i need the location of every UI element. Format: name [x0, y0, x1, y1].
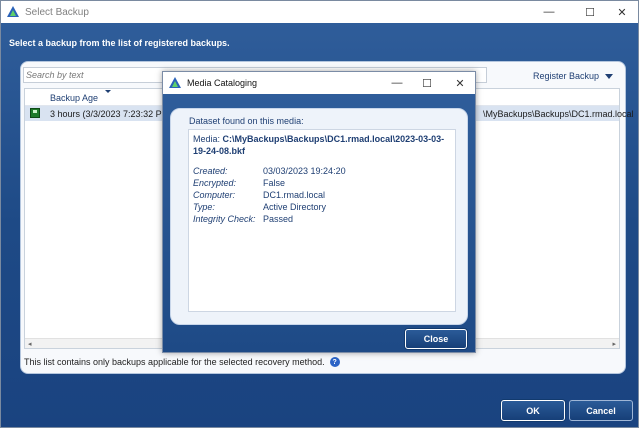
- minimize-icon: —: [391, 77, 403, 89]
- detail-key: Created:: [193, 166, 228, 176]
- note-text: This list contains only backups applicab…: [24, 357, 325, 367]
- dialog-title: Media Cataloging: [187, 78, 258, 88]
- close-window-button[interactable]: ✕: [604, 1, 639, 23]
- register-backup-button[interactable]: Register Backup: [533, 71, 613, 81]
- detail-value: Passed: [263, 214, 294, 224]
- detail-value: False: [263, 178, 286, 188]
- close-button[interactable]: Close: [405, 329, 467, 349]
- row-backup-age: 3 hours (3/3/2023 7:23:32 PM: [50, 109, 170, 119]
- detail-value: DC1.rmad.local: [263, 190, 326, 200]
- detail-key: Computer:: [193, 190, 236, 200]
- maximize-icon: ☐: [422, 77, 432, 90]
- scroll-left-icon[interactable]: ◂: [28, 340, 32, 348]
- minimize-icon: —: [543, 6, 555, 18]
- window-title: Select Backup: [25, 6, 89, 18]
- cancel-button[interactable]: Cancel: [569, 400, 633, 421]
- ok-button[interactable]: OK: [501, 400, 565, 421]
- applicability-note: This list contains only backups applicab…: [24, 357, 340, 367]
- row-backup-path: \MyBackups\Backups\DC1.rmad.local: [483, 109, 634, 119]
- minimize-button[interactable]: —: [531, 1, 567, 23]
- detail-key: Integrity Check:: [193, 214, 256, 224]
- dialog-body: Dataset found on this media: Media: C:\M…: [163, 94, 475, 352]
- maximize-button[interactable]: ☐: [572, 1, 608, 23]
- window-titlebar: Select Backup — ☐ ✕: [1, 1, 638, 23]
- dataset-panel: Dataset found on this media: Media: C:\M…: [170, 108, 468, 325]
- chevron-down-icon: [605, 73, 613, 79]
- register-backup-label: Register Backup: [532, 71, 599, 81]
- sort-arrow-icon: [105, 90, 111, 93]
- dialog-minimize-button[interactable]: —: [380, 72, 414, 94]
- dialog-close-x-button[interactable]: ✕: [443, 72, 477, 94]
- close-icon: ✕: [455, 77, 465, 90]
- close-icon: ✕: [617, 6, 627, 19]
- dialog-titlebar: Media Cataloging — ☐ ✕: [163, 72, 475, 94]
- maximize-icon: ☐: [585, 6, 595, 19]
- media-cataloging-dialog: Media Cataloging — ☐ ✕ Dataset found on …: [162, 71, 476, 353]
- help-icon[interactable]: ?: [329, 357, 340, 367]
- app-logo-icon: [7, 6, 19, 17]
- detail-value: 03/03/2023 19:24:20: [263, 166, 346, 176]
- detail-key: Encrypted:: [193, 178, 237, 188]
- media-path: C:\MyBackups\Backups\DC1.rmad.local\2023…: [193, 134, 445, 156]
- column-header-backup-age[interactable]: Backup Age: [50, 93, 98, 103]
- dataset-details-box: Media: C:\MyBackups\Backups\DC1.rmad.loc…: [188, 129, 456, 312]
- detail-key: Type:: [193, 202, 215, 212]
- media-line: Media: C:\MyBackups\Backups\DC1.rmad.loc…: [193, 133, 455, 157]
- backup-disk-icon: [30, 108, 40, 118]
- media-label: Media:: [193, 134, 221, 144]
- app-logo-icon: [169, 77, 181, 88]
- dataset-found-label: Dataset found on this media:: [189, 116, 304, 126]
- scroll-right-icon[interactable]: ▸: [612, 340, 616, 348]
- dialog-maximize-button[interactable]: ☐: [410, 72, 444, 94]
- instruction-text: Select a backup from the list of registe…: [9, 38, 230, 48]
- detail-value: Active Directory: [263, 202, 327, 212]
